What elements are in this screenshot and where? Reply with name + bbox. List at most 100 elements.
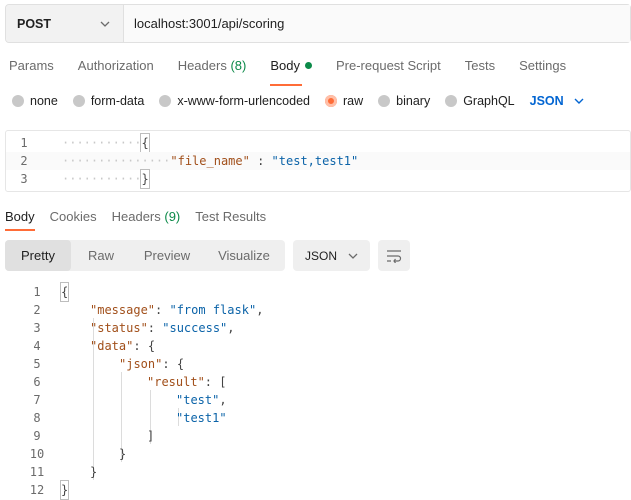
json-string: "test": [176, 393, 220, 407]
radio-label: form-data: [90, 94, 145, 108]
radio-x-www-form-urlencoded[interactable]: x-www-form-urlencoded: [159, 94, 310, 108]
view-label: Preview: [143, 248, 191, 263]
radio-label: binary: [396, 94, 431, 108]
indent-guide: ···········: [62, 136, 142, 150]
code-punctuation: {: [140, 133, 150, 153]
tab-label: Body: [270, 58, 300, 73]
tab-response-body[interactable]: Body: [5, 209, 35, 231]
code-punctuation: {: [59, 282, 70, 302]
radio-circle: [72, 95, 85, 107]
tab-cookies[interactable]: Cookies: [50, 209, 97, 224]
radio-raw[interactable]: raw: [325, 94, 363, 108]
code-line: 6 "result": [: [0, 373, 226, 391]
radio-graphql[interactable]: GraphQL: [445, 94, 515, 108]
view-pretty-button[interactable]: Pretty: [5, 240, 71, 271]
wrap-lines-icon: [386, 249, 402, 263]
headers-count: (9): [164, 209, 181, 224]
tab-tests[interactable]: Tests: [465, 58, 495, 80]
code-line: 2 ··············· "file_name" : "test,te…: [6, 152, 630, 170]
chevron-down-icon: [574, 98, 584, 104]
view-label: Raw: [87, 248, 114, 263]
tab-test-results[interactable]: Test Results: [195, 209, 266, 224]
tab-params[interactable]: Params: [9, 58, 54, 80]
line-number: 1: [20, 136, 28, 150]
request-url-bar: POST localhost:3001/api/scoring: [5, 4, 631, 43]
line-number: 10: [29, 447, 45, 461]
code-punctuation: }: [119, 447, 127, 461]
radio-circle: [445, 95, 458, 107]
body-type-selector: none form-data x-www-form-urlencoded raw…: [12, 94, 584, 108]
code-punctuation: :: [133, 339, 148, 353]
method-select[interactable]: POST: [6, 5, 124, 42]
view-preview-button[interactable]: Preview: [131, 240, 203, 271]
tab-pre-request-script[interactable]: Pre-request Script: [336, 58, 441, 80]
radio-circle-selected: [325, 95, 337, 107]
tab-label: Headers: [177, 58, 227, 73]
radio-binary[interactable]: binary: [378, 94, 430, 108]
method-label: POST: [17, 16, 52, 31]
json-key: "file_name": [170, 154, 250, 168]
tab-response-headers[interactable]: Headers (9): [112, 209, 181, 224]
tab-label: Headers: [111, 209, 161, 224]
json-key: "data": [90, 339, 134, 353]
body-indicator-dot: [304, 62, 312, 69]
view-raw-button[interactable]: Raw: [71, 240, 131, 271]
line-number: 3: [33, 321, 41, 335]
tab-headers[interactable]: Headers (8): [178, 58, 247, 80]
line-number: 6: [33, 375, 41, 389]
chevron-down-icon: [348, 253, 358, 259]
radio-label: none: [30, 94, 58, 108]
code-punctuation: ,: [256, 303, 264, 317]
code-line: 9 ]: [0, 427, 154, 445]
code-punctuation: :: [155, 303, 170, 317]
code-punctuation: :: [204, 375, 220, 389]
code-punctuation: :: [162, 357, 177, 371]
radio-circle: [378, 95, 391, 107]
response-view-selector: Pretty Raw Preview Visualize: [5, 240, 285, 271]
response-format-select[interactable]: JSON: [293, 240, 370, 271]
tab-label: Authorization: [77, 58, 154, 73]
code-line: 7 "test",: [0, 391, 226, 409]
url-text: localhost:3001/api/scoring: [134, 16, 285, 31]
code-punctuation: }: [90, 465, 98, 479]
radio-form-data[interactable]: form-data: [72, 94, 145, 108]
tab-label: Body: [5, 209, 35, 224]
code-punctuation: {: [176, 357, 185, 371]
wrap-lines-button[interactable]: [378, 240, 410, 271]
code-punctuation: ,: [227, 321, 235, 335]
json-key: "status": [90, 321, 148, 335]
tab-label: Settings: [519, 58, 567, 73]
code-punctuation: }: [140, 169, 150, 189]
tab-label: Pre-request Script: [335, 58, 441, 73]
code-line: 4 "data": {: [0, 337, 155, 355]
json-string: "test,test1": [271, 154, 359, 168]
code-line: 5 "json": {: [0, 355, 184, 373]
body-format-select[interactable]: JSON: [530, 94, 584, 108]
line-number: 5: [33, 357, 41, 371]
response-body-viewer[interactable]: 1 { 2 "message": "from flask", 3 "status…: [0, 282, 631, 500]
request-body-editor[interactable]: 1 ··········· { 2 ··············· "file_…: [5, 130, 631, 192]
json-key: "result": [147, 375, 205, 389]
json-key: "json": [119, 357, 163, 371]
tab-label: Cookies: [49, 209, 97, 224]
url-input[interactable]: localhost:3001/api/scoring: [124, 5, 630, 42]
radio-label: x-www-form-urlencoded: [177, 94, 310, 108]
line-number: 8: [33, 411, 41, 425]
line-number: 9: [33, 429, 41, 443]
view-label: Pretty: [21, 248, 55, 263]
json-string: "test1": [176, 411, 227, 425]
radio-label: raw: [343, 94, 364, 108]
response-format-label: JSON: [305, 248, 338, 263]
tab-body[interactable]: Body: [270, 58, 312, 86]
view-visualize-button[interactable]: Visualize: [203, 240, 285, 271]
code-punctuation: [: [219, 375, 227, 389]
radio-none[interactable]: none: [12, 94, 58, 108]
radio-circle: [159, 95, 172, 107]
tab-authorization[interactable]: Authorization: [78, 58, 154, 80]
response-tabs: Body Cookies Headers (9) Test Results: [5, 209, 281, 231]
line-number: 11: [29, 465, 45, 479]
tab-label: Params: [9, 58, 54, 73]
line-number: 3: [20, 172, 28, 186]
tab-settings[interactable]: Settings: [519, 58, 566, 80]
code-line: 8 "test1": [0, 409, 227, 427]
